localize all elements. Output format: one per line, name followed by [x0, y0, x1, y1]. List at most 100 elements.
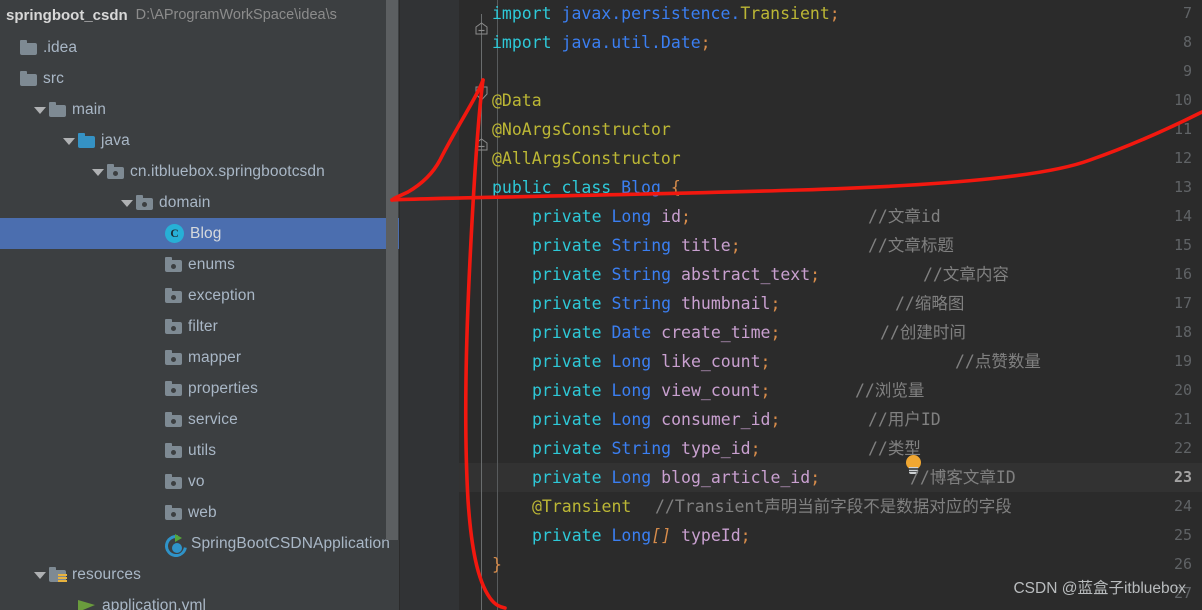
- code-line-9[interactable]: [400, 57, 1202, 86]
- tree-item-label: java: [101, 131, 130, 149]
- code-editor[interactable]: 7 8 9 10 11 12 13 14 15 16 17 18 19 20 21 22 23 24 25 26 27 …: [400, 0, 1202, 610]
- sidebar-scrollbar[interactable]: [386, 0, 398, 540]
- code-line-21[interactable]: private Long consumer_id; //用户ID: [400, 405, 1202, 434]
- tree-item-properties[interactable]: properties: [0, 373, 400, 404]
- package-icon: [165, 474, 182, 489]
- package-icon: [107, 164, 124, 179]
- code-line-14[interactable]: private Long id; //文章id: [400, 202, 1202, 231]
- tree-item-exception[interactable]: exception: [0, 280, 400, 311]
- code-line-text: }: [492, 555, 502, 574]
- tree-item-mapper[interactable]: mapper: [0, 342, 400, 373]
- ide-window: springboot_csdn D:\AProgramWorkSpace\ide…: [0, 0, 1202, 610]
- project-path: D:\AProgramWorkSpace\idea\s: [135, 7, 337, 23]
- tree-item-label: properties: [188, 379, 258, 397]
- code-line-text: @NoArgsConstructor: [492, 120, 671, 139]
- code-line-text: public class Blog {: [492, 178, 681, 197]
- tree-item-label: .idea: [43, 38, 78, 56]
- tree-twisty-placeholder: [149, 537, 162, 550]
- code-line-text: private Long blog_article_id;: [532, 468, 821, 487]
- code-line-text: private String type_id;: [532, 439, 761, 458]
- tree-twisty-placeholder: [149, 475, 162, 488]
- source-folder-icon: [78, 133, 95, 148]
- chevron-down-icon[interactable]: [91, 165, 104, 178]
- tree-twisty-placeholder: [149, 289, 162, 302]
- code-line-8[interactable]: import java.util.Date;: [400, 28, 1202, 57]
- tree-twisty-placeholder: [149, 444, 162, 457]
- tree-item-web[interactable]: web: [0, 497, 400, 528]
- chevron-down-icon[interactable]: [62, 134, 75, 147]
- tree-item-label: resources: [72, 565, 141, 583]
- tree-item-cn-itbluebox-springbootcsdn[interactable]: cn.itbluebox.springbootcsdn: [0, 156, 400, 187]
- code-line-text: import java.util.Date;: [492, 33, 711, 52]
- package-icon: [136, 195, 153, 210]
- tree-item-label: src: [43, 69, 64, 87]
- tree-item-resources[interactable]: resources: [0, 559, 400, 590]
- tree-item-label: domain: [159, 193, 211, 211]
- code-line-24[interactable]: @Transient //Transient声明当前字段不是数据对应的字段: [400, 492, 1202, 521]
- code-comment-20: //浏览量: [855, 381, 925, 400]
- chevron-down-icon[interactable]: [33, 568, 46, 581]
- code-line-16[interactable]: private String abstract_text; //文章内容: [400, 260, 1202, 289]
- tree-item--idea[interactable]: .idea: [0, 32, 400, 63]
- package-icon: [165, 257, 182, 272]
- code-line-22[interactable]: private String type_id; //类型: [400, 434, 1202, 463]
- tree-item-label: service: [188, 410, 238, 428]
- code-comment-24: //Transient声明当前字段不是数据对应的字段: [655, 497, 1012, 516]
- tree-item-label: enums: [188, 255, 236, 273]
- code-line-26[interactable]: }: [400, 550, 1202, 579]
- watermark-text: CSDN @蓝盒子itbluebox: [1013, 580, 1186, 597]
- code-line-7[interactable]: import javax.persistence.Transient;: [400, 0, 1202, 28]
- tree-item-label: Blog: [190, 224, 222, 242]
- tree-item-java[interactable]: java: [0, 125, 400, 156]
- tree-item-filter[interactable]: filter: [0, 311, 400, 342]
- code-line-text: import javax.persistence.Transient;: [492, 4, 840, 23]
- tree-item-domain[interactable]: domain: [0, 187, 400, 218]
- tree-item-src[interactable]: src: [0, 63, 400, 94]
- tree-twisty-placeholder: [62, 599, 75, 610]
- package-icon: [165, 288, 182, 303]
- tree-twisty-placeholder: [149, 413, 162, 426]
- tree-item-vo[interactable]: vo: [0, 466, 400, 497]
- tree-item-label: utils: [188, 441, 217, 459]
- yaml-file-icon: [78, 598, 96, 610]
- code-line-text: @Transient: [532, 497, 632, 516]
- folder-icon: [20, 71, 37, 86]
- chevron-down-icon[interactable]: [120, 196, 133, 209]
- tree-item-enums[interactable]: enums: [0, 249, 400, 280]
- tree-item-label: exception: [188, 286, 256, 304]
- code-line-text: @Data: [492, 91, 542, 110]
- chevron-down-icon[interactable]: [33, 103, 46, 116]
- code-comment-17: //缩略图: [895, 294, 965, 313]
- tree-item-blog[interactable]: C Blog: [0, 218, 400, 249]
- code-line-17[interactable]: private String thumbnail; //缩略图: [400, 289, 1202, 318]
- code-line-13[interactable]: public class Blog {: [400, 173, 1202, 202]
- code-line-25[interactable]: private Long[] typeId;: [400, 521, 1202, 550]
- project-header[interactable]: springboot_csdn D:\AProgramWorkSpace\ide…: [0, 0, 400, 30]
- tree-item-label: application.yml: [102, 596, 207, 610]
- code-line-19[interactable]: private Long like_count; //点赞数量: [400, 347, 1202, 376]
- tree-twisty-placeholder: [4, 72, 17, 85]
- tree-item-utils[interactable]: utils: [0, 435, 400, 466]
- tree-item-springbootcsdnapplication[interactable]: SpringBootCSDNApplication: [0, 528, 400, 561]
- code-line-15[interactable]: private String title; //文章标题: [400, 231, 1202, 260]
- code-line-text: @AllArgsConstructor: [492, 149, 681, 168]
- code-line-11[interactable]: @NoArgsConstructor: [400, 115, 1202, 144]
- tree-item-label: vo: [188, 472, 205, 490]
- tree-item-label: filter: [188, 317, 218, 335]
- tree-item-service[interactable]: service: [0, 404, 400, 435]
- tree-item-label: main: [72, 100, 106, 118]
- code-line-20[interactable]: private Long view_count; //浏览量: [400, 376, 1202, 405]
- package-icon: [165, 350, 182, 365]
- code-comment-14: //文章id: [868, 207, 941, 226]
- code-comment-18: //创建时间: [880, 323, 966, 342]
- code-line-18[interactable]: private Date create_time; //创建时间: [400, 318, 1202, 347]
- code-line-12[interactable]: @AllArgsConstructor: [400, 144, 1202, 173]
- tree-item-main[interactable]: main: [0, 94, 400, 125]
- tree-item-application-yml[interactable]: application.yml: [0, 590, 400, 610]
- code-line-10[interactable]: @Data: [400, 86, 1202, 115]
- code-comment-16: //文章内容: [923, 265, 1009, 284]
- package-icon: [165, 319, 182, 334]
- code-line-23[interactable]: private Long blog_article_id; //博客文章ID: [400, 463, 1202, 492]
- code-line-text: private String thumbnail;: [532, 294, 781, 313]
- code-line-text: private String abstract_text;: [532, 265, 821, 284]
